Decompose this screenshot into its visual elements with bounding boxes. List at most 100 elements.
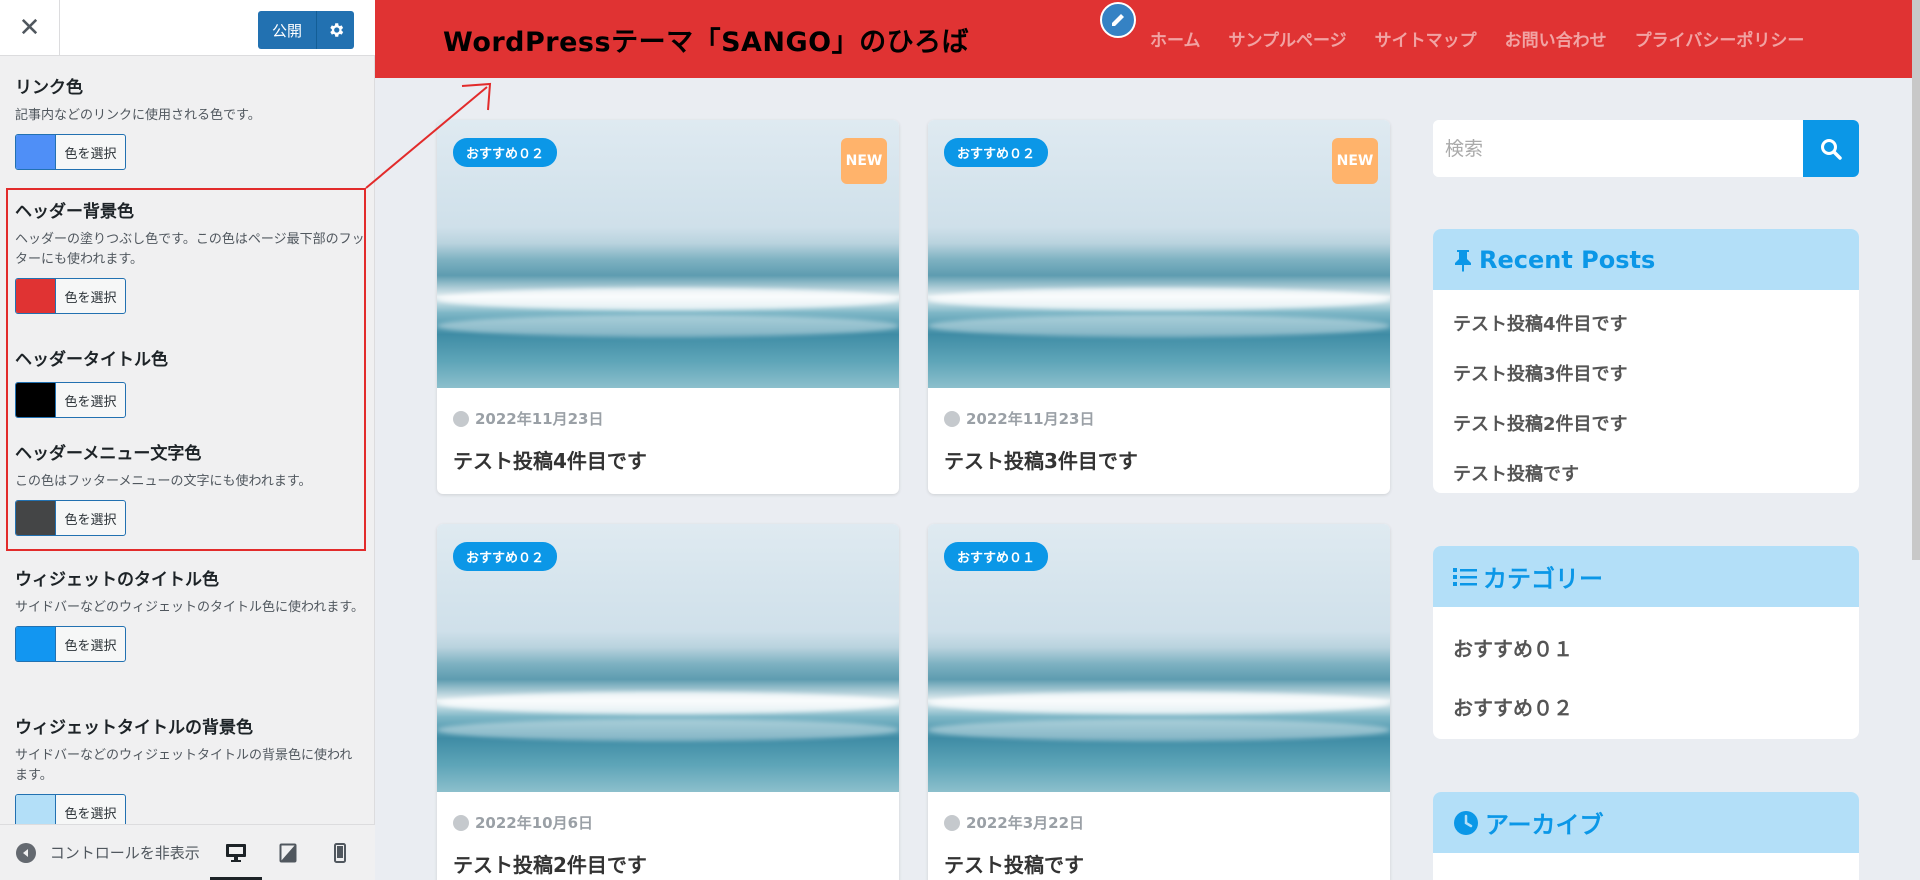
post-thumbnail: おすすめ０１ <box>928 524 1390 792</box>
color-picker-button[interactable]: 色を選択 <box>15 794 126 824</box>
color-picker-button[interactable]: 色を選択 <box>15 134 126 170</box>
desktop-icon <box>226 843 246 862</box>
post-date: 2022年10月6日 <box>453 812 593 833</box>
post-date-text: 2022年11月23日 <box>475 410 604 428</box>
category-link[interactable]: おすすめ０１ <box>1453 633 1839 662</box>
widget-title: カテゴリー <box>1483 565 1603 593</box>
post-thumbnail: おすすめ０２ NEW <box>437 120 899 388</box>
recent-post-link[interactable]: テスト投稿4件目です <box>1453 310 1839 336</box>
site-header: WordPressテーマ「SANGO」のひろば ホーム サンプルページ サイトマ… <box>375 0 1920 78</box>
control-description: サイドバーなどのウィジェットのタイトル色に使われます。 <box>15 600 365 615</box>
preview-mobile-button[interactable] <box>314 825 366 880</box>
widget-list: おすすめ０１ おすすめ０２ <box>1433 607 1859 729</box>
widget-header: アーカイブ <box>1433 792 1859 853</box>
pin-icon <box>1455 249 1471 272</box>
new-badge: NEW <box>841 138 887 184</box>
post-date-text: 2022年11月23日 <box>966 410 1095 428</box>
post-title[interactable]: テスト投稿2件目です <box>453 849 647 878</box>
post-card[interactable]: おすすめ０１ 2022年3月22日 テスト投稿です <box>928 524 1390 880</box>
pencil-icon <box>1112 14 1124 26</box>
post-date-text: 2022年10月6日 <box>475 814 594 832</box>
link-color-control: リンク色 記事内などのリンクに使用される色です。 色を選択 <box>15 73 365 170</box>
edit-shortcut-button[interactable] <box>1100 2 1136 38</box>
post-card[interactable]: おすすめ０２ NEW 2022年11月23日 テスト投稿4件目です <box>437 120 899 494</box>
archive-widget: アーカイブ <box>1433 792 1859 880</box>
control-description: サイドバーなどのウィジェットタイトルの背景色に使われます。 <box>15 748 353 783</box>
post-date: 2022年11月23日 <box>944 408 1095 429</box>
category-badge[interactable]: おすすめ０１ <box>944 542 1049 571</box>
nav-item-contact[interactable]: お問い合わせ <box>1505 26 1607 51</box>
list-icon <box>1453 567 1477 586</box>
color-picker-label: 色を選択 <box>55 627 125 661</box>
customizer-footer: コントロールを非表示 <box>0 824 375 880</box>
customizer-panel: ✕ 公開 リンク色 記事内などのリンクに使用される色です。 色を選択 ヘッダー背… <box>0 0 375 880</box>
recent-posts-widget: Recent Posts テスト投稿4件目です テスト投稿3件目です テスト投稿… <box>1433 229 1859 493</box>
post-title[interactable]: テスト投稿です <box>944 849 1084 878</box>
recent-post-link[interactable]: テスト投稿3件目です <box>1453 360 1839 386</box>
publish-settings-button[interactable] <box>316 11 354 49</box>
color-swatch <box>16 795 55 824</box>
search-input[interactable] <box>1433 120 1803 177</box>
collapse-controls-label: コントロールを非表示 <box>49 844 200 862</box>
post-thumbnail: おすすめ０２ NEW <box>928 120 1390 388</box>
new-badge: NEW <box>1332 138 1378 184</box>
post-card[interactable]: おすすめ０２ 2022年10月6日 テスト投稿2件目です <box>437 524 899 880</box>
clock-icon <box>1454 810 1478 835</box>
publish-group: 公開 <box>258 11 354 49</box>
customizer-header: ✕ 公開 <box>0 0 375 56</box>
post-title[interactable]: テスト投稿3件目です <box>944 445 1138 474</box>
category-badge[interactable]: おすすめ０２ <box>944 138 1049 167</box>
mobile-icon <box>334 842 346 863</box>
clock-icon <box>453 814 469 831</box>
widget-title-bg-color-control: ウィジェットタイトルの背景色 サイドバーなどのウィジェットタイトルの背景色に使わ… <box>15 713 365 824</box>
preview-desktop-button[interactable] <box>210 825 262 880</box>
search-button[interactable] <box>1803 120 1859 177</box>
post-date-text: 2022年3月22日 <box>966 814 1085 832</box>
nav-item-privacy[interactable]: プライバシーポリシー <box>1635 26 1805 51</box>
preview-scrollbar[interactable] <box>1912 0 1920 560</box>
close-icon[interactable]: ✕ <box>0 0 60 56</box>
color-picker-label: 色を選択 <box>55 135 125 169</box>
widget-header: Recent Posts <box>1433 229 1859 290</box>
control-title: リンク色 <box>15 78 83 98</box>
color-swatch <box>16 135 55 169</box>
recent-post-link[interactable]: テスト投稿です <box>1453 460 1839 486</box>
category-badge[interactable]: おすすめ０２ <box>453 542 558 571</box>
preview-tablet-button[interactable] <box>262 825 314 880</box>
header-nav: ホーム サンプルページ サイトマップ お問い合わせ プライバシーポリシー <box>1150 26 1804 51</box>
post-date: 2022年3月22日 <box>944 812 1084 833</box>
tablet-icon <box>279 843 297 862</box>
widget-list: テスト投稿4件目です テスト投稿3件目です テスト投稿2件目です テスト投稿です <box>1433 290 1859 493</box>
site-preview: WordPressテーマ「SANGO」のひろば ホーム サンプルページ サイトマ… <box>375 0 1920 880</box>
post-title[interactable]: テスト投稿4件目です <box>453 445 647 474</box>
post-thumbnail: おすすめ０２ <box>437 524 899 792</box>
clock-icon <box>453 410 469 427</box>
annotation-highlight-box <box>6 188 366 551</box>
recent-post-link[interactable]: テスト投稿2件目です <box>1453 410 1839 436</box>
arrow-left-icon <box>16 842 36 863</box>
nav-item-sample-page[interactable]: サンプルページ <box>1229 26 1347 51</box>
control-title: ウィジェットのタイトル色 <box>15 570 219 590</box>
clock-icon <box>944 410 960 427</box>
nav-item-sitemap[interactable]: サイトマップ <box>1375 26 1477 51</box>
categories-widget: カテゴリー おすすめ０１ おすすめ０２ <box>1433 546 1859 739</box>
widget-title-color-control: ウィジェットのタイトル色 サイドバーなどのウィジェットのタイトル色に使われます。… <box>15 565 365 662</box>
category-badge[interactable]: おすすめ０２ <box>453 138 558 167</box>
search-widget <box>1433 120 1859 177</box>
category-link[interactable]: おすすめ０２ <box>1453 692 1839 721</box>
publish-button[interactable]: 公開 <box>258 11 316 49</box>
control-description: 記事内などのリンクに使用される色です。 <box>15 108 261 123</box>
post-card[interactable]: おすすめ０２ NEW 2022年11月23日 テスト投稿3件目です <box>928 120 1390 494</box>
collapse-controls-button[interactable]: コントロールを非表示 <box>0 825 210 880</box>
color-picker-button[interactable]: 色を選択 <box>15 626 126 662</box>
site-title[interactable]: WordPressテーマ「SANGO」のひろば <box>443 20 969 59</box>
widget-title: Recent Posts <box>1479 245 1656 274</box>
widget-header: カテゴリー <box>1433 546 1859 607</box>
nav-item-home[interactable]: ホーム <box>1150 26 1201 51</box>
clock-icon <box>944 814 960 831</box>
control-title: ウィジェットタイトルの背景色 <box>15 718 253 738</box>
color-picker-label: 色を選択 <box>55 795 125 824</box>
widget-title: アーカイブ <box>1485 811 1604 839</box>
post-date: 2022年11月23日 <box>453 408 604 429</box>
search-icon <box>1821 138 1842 160</box>
